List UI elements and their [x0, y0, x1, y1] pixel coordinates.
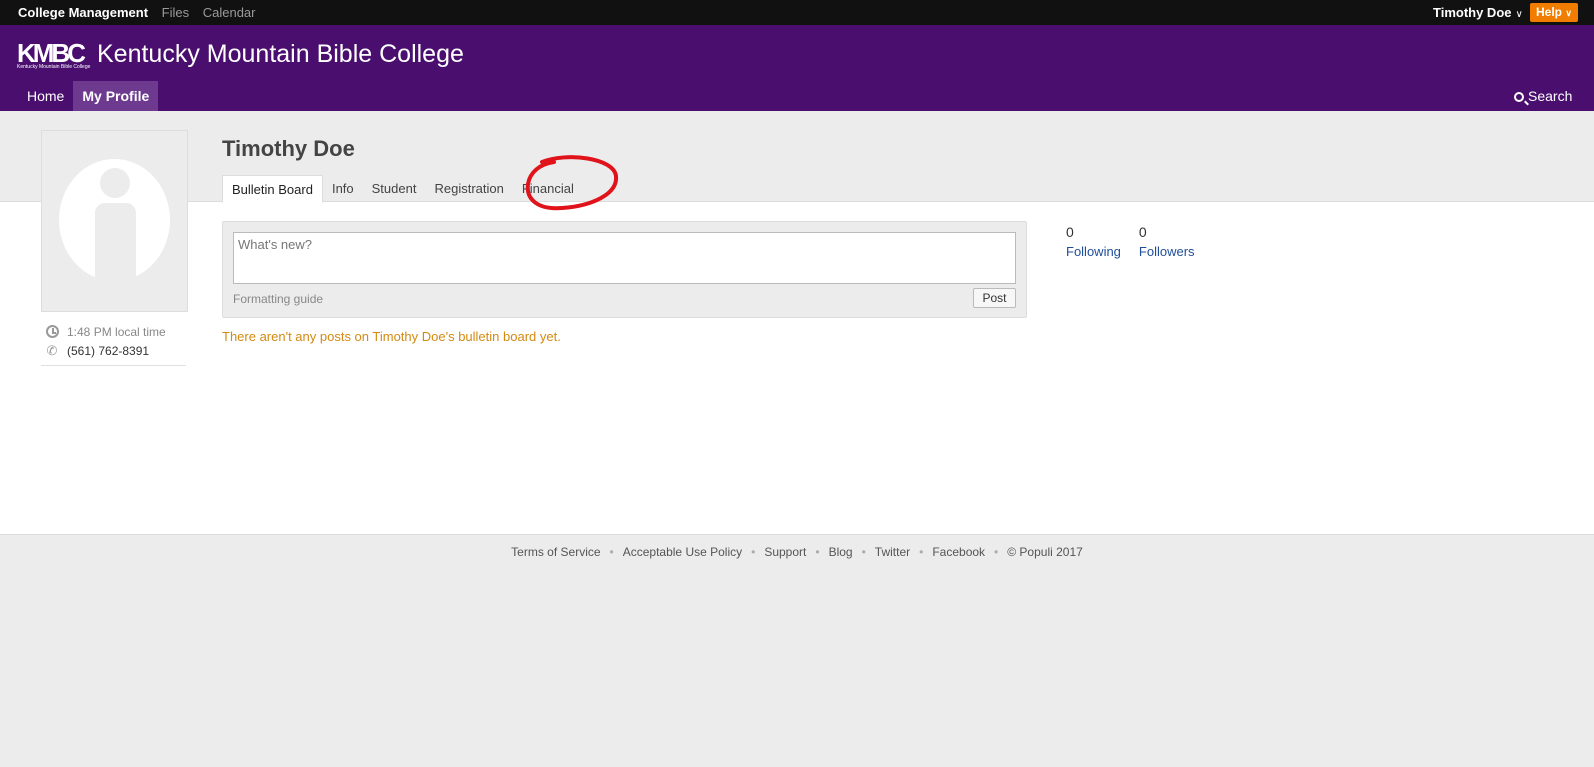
main-nav: Home My Profile: [18, 81, 159, 111]
nav-home[interactable]: Home: [18, 81, 73, 111]
facebook-link[interactable]: Facebook: [932, 545, 985, 559]
chevron-down-icon: ∨: [1515, 9, 1523, 20]
post-composer: Formatting guide Post: [222, 221, 1027, 318]
copyright: © Populi 2017: [1007, 545, 1083, 559]
top-bar: College Management Files Calendar Timoth…: [0, 0, 1594, 25]
support-link[interactable]: Support: [764, 545, 806, 559]
terms-link[interactable]: Terms of Service: [511, 545, 600, 559]
user-name: Timothy Doe: [1433, 5, 1512, 20]
followers-link[interactable]: Followers: [1139, 244, 1195, 259]
avatar[interactable]: [41, 130, 188, 312]
tab-bulletin-board[interactable]: Bulletin Board: [222, 175, 323, 203]
local-time-row: 1:48 PM local time: [41, 322, 186, 341]
chevron-down-icon: ∨: [1565, 8, 1572, 18]
followers-count: 0: [1138, 224, 1147, 240]
acceptable-use-link[interactable]: Acceptable Use Policy: [623, 545, 742, 559]
following-count: 0: [1066, 224, 1074, 240]
avatar-body-icon: [95, 203, 136, 285]
college-management-link[interactable]: College Management: [18, 5, 148, 20]
profile-name: Timothy Doe: [222, 136, 355, 161]
search-label: Search: [1528, 88, 1573, 104]
clock-icon: [45, 324, 59, 339]
local-time: 1:48 PM local time: [67, 324, 166, 339]
tab-student[interactable]: Student: [363, 175, 426, 203]
site-header: KMBC Kentucky Mountain Bible College Ken…: [0, 25, 1594, 111]
site-footer: Terms of Service • Acceptable Use Policy • S…: [511, 545, 1083, 559]
phone-row: ✆ (561) 762-8391: [41, 341, 186, 360]
tab-financial[interactable]: Financial: [513, 175, 583, 203]
search-button[interactable]: Search: [1514, 88, 1572, 104]
logo-subtext: Kentucky Mountain Bible College: [17, 64, 91, 70]
whats-new-input[interactable]: [233, 232, 1016, 284]
files-link[interactable]: Files: [162, 5, 189, 20]
following-link[interactable]: Following: [1066, 244, 1121, 259]
nav-my-profile[interactable]: My Profile: [73, 81, 159, 111]
phone-number: (561) 762-8391: [67, 343, 150, 358]
contact-info: 1:48 PM local time ✆ (561) 762-8391: [41, 322, 186, 366]
avatar-head-icon: [100, 168, 130, 198]
profile-tabs: Bulletin Board Info Student Registration…: [222, 175, 583, 203]
followers-stat[interactable]: 0 Followers: [1139, 224, 1195, 259]
follow-stats: 0 Following 0 Followers: [1066, 224, 1213, 259]
post-button[interactable]: Post: [973, 288, 1016, 308]
tab-info[interactable]: Info: [323, 175, 363, 203]
user-menu[interactable]: Timothy Doe ∨: [1433, 5, 1523, 20]
college-name: Kentucky Mountain Bible College: [97, 40, 464, 68]
empty-bulletin-message: There aren't any posts on Timothy Doe's …: [222, 329, 561, 344]
twitter-link[interactable]: Twitter: [875, 545, 910, 559]
logo-text: KMBC: [17, 38, 86, 68]
help-button[interactable]: Help ∨: [1530, 3, 1578, 22]
calendar-link[interactable]: Calendar: [203, 5, 256, 20]
tab-registration[interactable]: Registration: [425, 175, 512, 203]
search-icon: [1514, 92, 1524, 102]
following-stat[interactable]: 0 Following: [1066, 224, 1121, 259]
blog-link[interactable]: Blog: [829, 545, 853, 559]
formatting-guide-link[interactable]: Formatting guide: [233, 292, 323, 306]
phone-icon: ✆: [46, 342, 58, 358]
help-label: Help: [1536, 5, 1563, 19]
college-logo[interactable]: KMBC Kentucky Mountain Bible College: [17, 38, 91, 70]
app-switcher: College Management Files Calendar: [18, 5, 266, 20]
